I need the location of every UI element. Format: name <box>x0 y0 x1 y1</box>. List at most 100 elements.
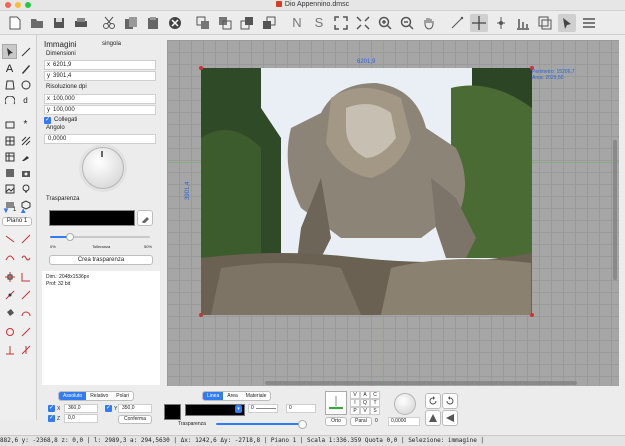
crosshair-icon[interactable] <box>470 13 488 32</box>
dimension-x-field[interactable]: x 6201,9 <box>44 60 156 70</box>
snap-letter[interactable]: V <box>360 407 370 415</box>
tab-line[interactable]: Linea <box>203 392 224 400</box>
line-width-slider[interactable] <box>256 408 276 409</box>
south-icon[interactable]: S <box>310 14 328 32</box>
pencil-icon[interactable] <box>18 61 33 76</box>
transparency-slider[interactable] <box>216 423 304 425</box>
snap-icon[interactable] <box>492 14 510 32</box>
horizontal-scrollbar[interactable] <box>265 381 577 385</box>
line-slope-icon[interactable] <box>18 231 33 246</box>
open-folder-icon[interactable] <box>28 14 46 32</box>
zoom-out-icon[interactable] <box>398 14 416 32</box>
wave-icon[interactable] <box>18 249 33 264</box>
snap-letter[interactable]: P <box>350 407 360 415</box>
line-color-swatch[interactable] <box>164 404 181 420</box>
flip-vertical-icon[interactable] <box>425 410 441 426</box>
create-transparency-button[interactable]: Crea trasparenza <box>49 255 153 265</box>
drawing-canvas[interactable]: 6201,9 3901,4 Perimetro: 15206,7 Area: 2… <box>167 40 619 386</box>
north-icon[interactable]: N <box>288 14 306 32</box>
zoom-in-icon[interactable] <box>376 14 394 32</box>
y-checkbox[interactable]: ✓ <box>105 405 112 412</box>
tab-material[interactable]: Materiale <box>242 392 271 400</box>
page-down-icon[interactable]: ▼ <box>2 206 10 215</box>
z-checkbox[interactable]: ✓ <box>48 415 55 422</box>
fit-page-icon[interactable] <box>332 14 350 32</box>
snap-letter[interactable]: C <box>370 391 380 399</box>
page-up-icon[interactable]: ▲ <box>19 206 27 215</box>
eyedropper-button[interactable] <box>137 210 153 226</box>
asterisk-icon[interactable]: * <box>18 117 33 132</box>
rotation-dial[interactable] <box>394 393 416 415</box>
snap-mid-icon[interactable] <box>18 324 33 339</box>
angle-field[interactable]: 0,0000 <box>44 134 156 144</box>
snap-corner-icon[interactable] <box>18 269 33 284</box>
tab-absolute[interactable]: Assoluto <box>59 392 87 400</box>
placed-image[interactable] <box>201 68 532 315</box>
delete-icon[interactable] <box>166 14 184 32</box>
snap-tangent-icon[interactable] <box>18 342 33 357</box>
snap-perp-icon[interactable] <box>2 342 17 357</box>
snap-arc-icon[interactable] <box>18 305 33 320</box>
page-button[interactable]: Piano 1 <box>2 217 32 226</box>
tab-polar[interactable]: Polari <box>112 392 133 400</box>
x-checkbox[interactable]: ✓ <box>48 405 55 412</box>
snap-end-icon[interactable] <box>18 287 33 302</box>
corner-handle-br[interactable] <box>530 313 534 317</box>
slider-knob[interactable] <box>66 233 74 241</box>
zoom-fit-icon[interactable] <box>354 14 372 32</box>
snap-letter[interactable]: V <box>350 391 360 399</box>
arc-icon[interactable] <box>2 93 17 108</box>
brush-icon[interactable] <box>18 149 33 164</box>
select-icon[interactable] <box>558 13 576 32</box>
line-style-dropdown[interactable]: ▾ <box>235 405 242 413</box>
menu-icon[interactable] <box>580 14 598 32</box>
ungroup-icon[interactable] <box>216 14 234 32</box>
circle-icon[interactable] <box>18 77 33 92</box>
rotation-field[interactable]: 0,0000 <box>388 417 420 426</box>
line-angle-icon[interactable] <box>2 231 17 246</box>
paste-icon[interactable] <box>144 14 162 32</box>
polygon-icon[interactable] <box>2 77 17 92</box>
layers-icon[interactable] <box>536 14 554 32</box>
hatch-icon[interactable] <box>18 133 33 148</box>
resolution-x-field[interactable]: x 100,000 <box>44 94 156 104</box>
dimension-y-field[interactable]: y 3901,4 <box>44 71 156 81</box>
snap-grid-icon[interactable] <box>2 269 17 284</box>
vertical-scrollbar[interactable] <box>613 140 617 280</box>
rotate-cw-icon[interactable] <box>442 393 458 409</box>
arrow-select-icon[interactable] <box>2 44 17 59</box>
snap-letter[interactable]: S <box>370 407 380 415</box>
camera-icon[interactable] <box>18 165 33 180</box>
angle-dial[interactable] <box>82 147 124 189</box>
group-icon[interactable] <box>194 14 212 32</box>
transparency-slider-knob[interactable] <box>298 420 307 429</box>
snap-letter[interactable]: T <box>370 399 380 407</box>
transparency-color-swatch[interactable] <box>49 210 135 226</box>
bulb-icon[interactable] <box>18 181 33 196</box>
grid-tool-icon[interactable] <box>2 133 17 148</box>
align-icon[interactable] <box>514 14 532 32</box>
line-tool-icon[interactable] <box>448 14 466 32</box>
orto-preview[interactable] <box>325 391 347 415</box>
snap-letter[interactable]: I <box>350 399 360 407</box>
tolerance-slider[interactable] <box>50 233 150 241</box>
y-coord-field[interactable]: 350,0 <box>118 404 152 413</box>
mode-label[interactable]: singola <box>102 41 121 47</box>
paral-button[interactable]: Paral <box>350 417 372 426</box>
text-tool-icon[interactable]: A <box>2 61 17 76</box>
resolution-y-field[interactable]: y 100,000 <box>44 105 156 115</box>
orto-button[interactable]: Orto <box>325 417 347 426</box>
tab-area[interactable]: Area <box>223 392 242 400</box>
flip-horizontal-icon[interactable] <box>442 410 458 426</box>
new-file-icon[interactable] <box>6 14 24 32</box>
fill-icon[interactable] <box>2 305 17 320</box>
snap-letter[interactable]: A <box>360 391 370 399</box>
corner-handle-tl[interactable] <box>199 66 203 70</box>
rectangle-icon[interactable] <box>2 117 17 132</box>
send-back-icon[interactable] <box>260 14 278 32</box>
linked-checkbox[interactable]: ✓ <box>44 117 51 124</box>
image-icon[interactable] <box>2 181 17 196</box>
curve-icon[interactable] <box>2 249 17 264</box>
pen-icon[interactable] <box>18 44 33 59</box>
snap-letter[interactable]: Q <box>360 399 370 407</box>
